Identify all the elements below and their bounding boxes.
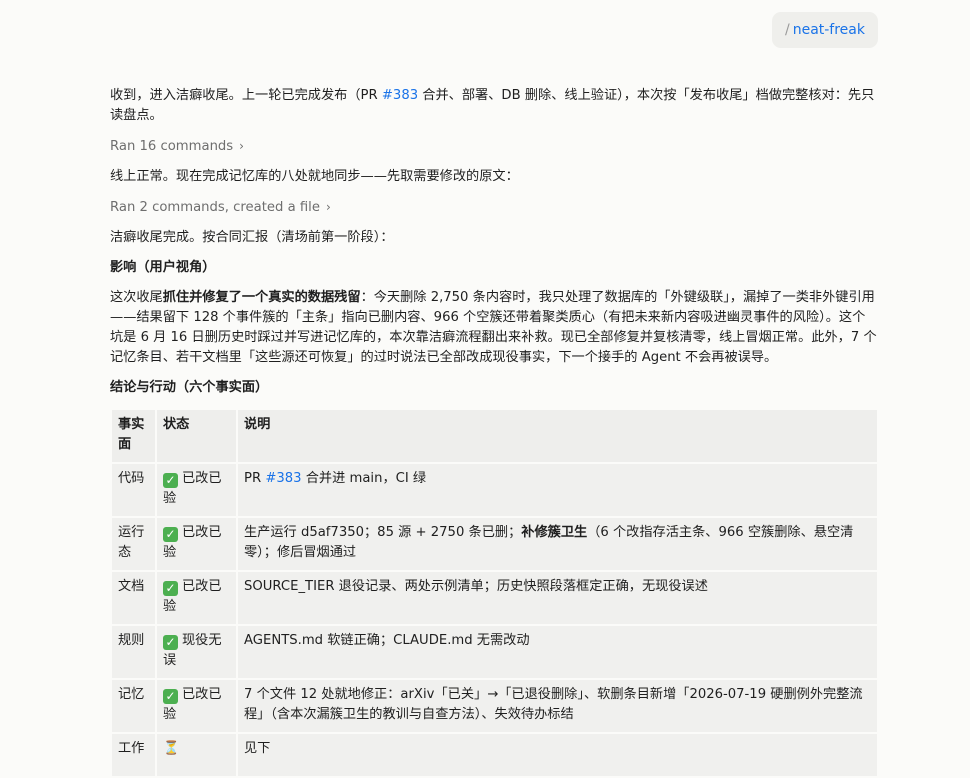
check-icon: ✓ (163, 527, 178, 542)
intro-paragraph: 收到，进入洁癖收尾。上一轮已完成发布（PR #383 合并、部署、DB 删除、线… (110, 86, 877, 126)
desc-cell: 7 个文件 12 处就地修正：arXiv「已关」→「已退役删除」、软删条目新增「… (238, 680, 877, 732)
desc-text: PR (244, 471, 266, 486)
check-icon: ✓ (163, 473, 178, 488)
commands-expander-2[interactable]: Ran 2 commands, created a file › (110, 197, 877, 218)
status-cell: ✓ 已改已验 (157, 464, 236, 516)
chat-transcript: 收到，进入洁癖收尾。上一轮已完成发布（PR #383 合并、部署、DB 删除、线… (110, 86, 877, 778)
facet-cell: 代码 (112, 464, 155, 516)
check-icon: ✓ (163, 689, 178, 704)
slash-symbol: / (784, 22, 790, 38)
table-row: 代码 ✓ 已改已验 PR #383 合并进 main，CI 绿 (112, 464, 877, 516)
command-name: neat-freak (792, 22, 865, 38)
status-paragraph: 线上正常。现在完成记忆库的八处就地同步——先取需要修改的原文： (110, 169, 519, 184)
impact-bold: 抓住并修复了一个真实的数据残留 (162, 290, 361, 305)
slash-command-chip[interactable]: / neat-freak (771, 12, 878, 48)
impact-lead: 这次收尾 (110, 290, 163, 305)
expander-label: Ran 16 commands (110, 139, 234, 154)
status-cell: ✓ 现役无误 (157, 626, 236, 678)
check-icon: ✓ (163, 635, 178, 650)
conclusion-heading: 结论与行动（六个事实面） (110, 380, 269, 395)
desc-cell: SOURCE_TIER 退役记录、两处示例清单；历史快照段落框定正确，无现役误述 (238, 572, 877, 624)
header-facet: 事实面 (112, 410, 155, 462)
table-header-row: 事实面 状态 说明 (112, 410, 877, 462)
status-cell: ✓ 已改已验 (157, 572, 236, 624)
impact-paragraph: 这次收尾抓住并修复了一个真实的数据残留：今天删除 2,750 条内容时，我只处理… (110, 288, 877, 368)
desc-text: 生产运行 d5af7350；85 源 + 2750 条已删； (244, 525, 522, 540)
status-cell: ✓ 已改已验 (157, 680, 236, 732)
pr-link[interactable]: #383 (265, 471, 301, 486)
facet-cell: 运行态 (112, 518, 155, 570)
facet-cell: 文档 (112, 572, 155, 624)
hourglass-icon: ⏳ (163, 741, 180, 756)
table-row: 运行态 ✓ 已改已验 生产运行 d5af7350；85 源 + 2750 条已删；… (112, 518, 877, 570)
commands-expander-1[interactable]: Ran 16 commands › (110, 136, 877, 157)
facts-table: 事实面 状态 说明 代码 ✓ 已改已验 PR #383 合并进 main，CI 绿… (110, 408, 879, 778)
pr-link[interactable]: #383 (382, 88, 418, 103)
desc-cell: AGENTS.md 软链正确；CLAUDE.md 无需改动 (238, 626, 877, 678)
header-status: 状态 (157, 410, 236, 462)
impact-heading: 影响（用户视角） (110, 260, 216, 275)
intro-text-1: 收到，进入洁癖收尾。上一轮已完成发布（PR (110, 88, 382, 103)
table-row: 记忆 ✓ 已改已验 7 个文件 12 处就地修正：arXiv「已关」→「已退役删除… (112, 680, 877, 732)
expander-label: Ran 2 commands, created a file (110, 200, 320, 215)
chevron-right-icon: › (325, 200, 331, 214)
table-row: 文档 ✓ 已改已验 SOURCE_TIER 退役记录、两处示例清单；历史快照段落框… (112, 572, 877, 624)
table-row: 规则 ✓ 现役无误 AGENTS.md 软链正确；CLAUDE.md 无需改动 (112, 626, 877, 678)
status-cell: ✓ 已改已验 (157, 518, 236, 570)
header-desc: 说明 (238, 410, 877, 462)
report-intro: 洁癖收尾完成。按合同汇报（清场前第一阶段）： (110, 230, 394, 245)
check-icon: ✓ (163, 581, 178, 596)
desc-cell: 生产运行 d5af7350；85 源 + 2750 条已删；补修簇卫生（6 个改… (238, 518, 877, 570)
desc-bold: 补修簇卫生 (521, 525, 588, 540)
facet-cell: 记忆 (112, 680, 155, 732)
desc-cell: PR #383 合并进 main，CI 绿 (238, 464, 877, 516)
desc-text: 合并进 main，CI 绿 (301, 471, 427, 486)
facet-cell: 规则 (112, 626, 155, 678)
chevron-right-icon: › (239, 139, 244, 153)
